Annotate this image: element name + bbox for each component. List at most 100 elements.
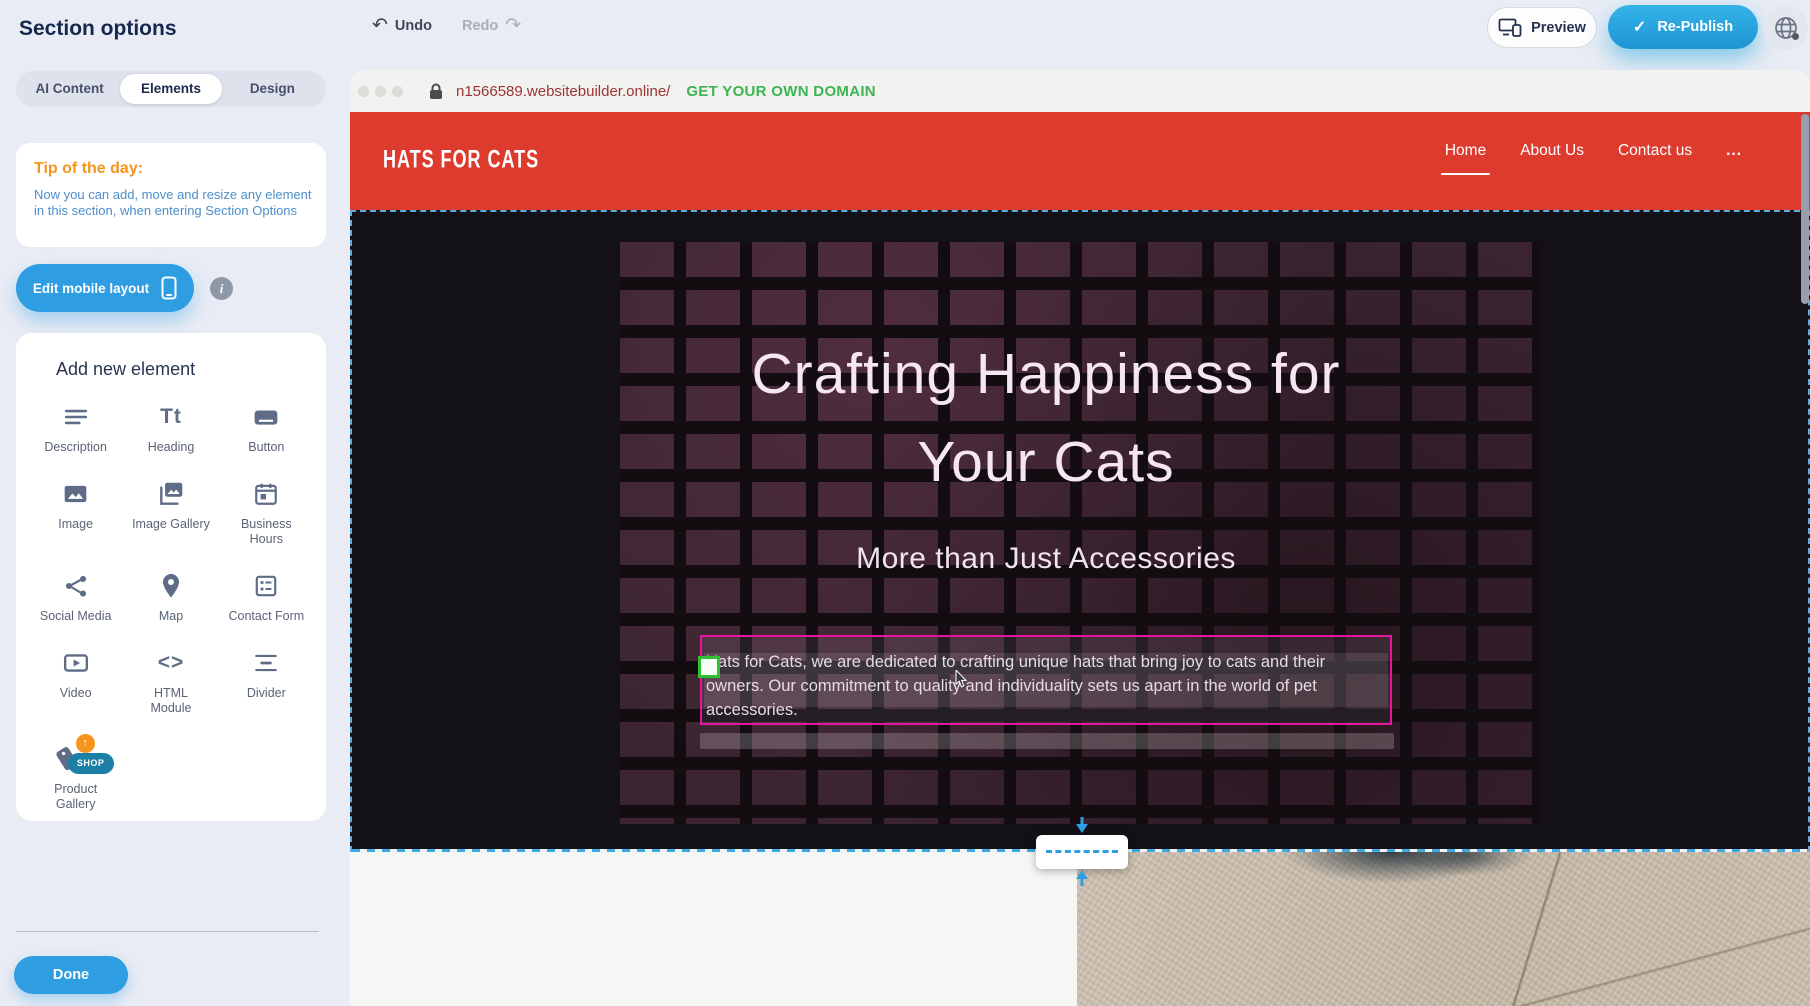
element-label: Business Hours xyxy=(227,517,305,547)
site-url[interactable]: n1566589.websitebuilder.online/ xyxy=(456,83,670,100)
sidebar-divider xyxy=(16,931,319,932)
redo-button[interactable]: Redo ↷ xyxy=(462,16,521,35)
selected-text-element[interactable]: Hats for Cats, we are dedicated to craft… xyxy=(700,635,1392,725)
element-label: Description xyxy=(44,440,107,455)
element-label: Social Media xyxy=(40,609,112,624)
browser-bar: n1566589.websitebuilder.online/ GET YOUR… xyxy=(350,70,1810,112)
tab-design[interactable]: Design xyxy=(222,74,323,104)
contact-form-icon xyxy=(253,571,279,601)
check-icon: ✓ xyxy=(1633,17,1646,37)
add-element-heading[interactable]: Tt Heading xyxy=(123,402,218,455)
redo-label: Redo xyxy=(462,18,498,34)
element-label: Divider xyxy=(247,686,286,701)
page-scrollbar-thumb[interactable] xyxy=(1801,114,1809,304)
element-label: Button xyxy=(248,440,284,455)
site-preview-frame: n1566589.websitebuilder.online/ GET YOUR… xyxy=(350,70,1810,1006)
element-ghost-strip xyxy=(700,733,1394,749)
site-logo[interactable]: HATS FOR CATS xyxy=(383,147,539,176)
add-new-element-card: Add new element Description Tt Heading B… xyxy=(16,333,326,821)
info-icon[interactable]: i xyxy=(210,277,233,300)
add-element-divider[interactable]: Divider xyxy=(219,648,314,716)
social-media-icon xyxy=(63,571,89,601)
product-gallery-icon: ↑ SHOP xyxy=(54,740,98,774)
add-element-map[interactable]: Map xyxy=(123,571,218,624)
language-globe-button[interactable] xyxy=(1763,5,1808,50)
nav-more-ellipsis[interactable]: ... xyxy=(1726,142,1742,160)
element-label: Image Gallery xyxy=(132,517,210,532)
undo-icon: ↶ xyxy=(372,16,388,35)
lock-icon xyxy=(429,83,443,100)
element-label: Product Gallery xyxy=(37,782,115,812)
redo-icon: ↷ xyxy=(505,16,521,35)
description-icon xyxy=(63,402,89,432)
add-element-image[interactable]: Image xyxy=(28,479,123,547)
video-icon xyxy=(62,648,90,678)
mouse-cursor xyxy=(955,670,968,688)
preview-button[interactable]: Preview xyxy=(1487,7,1597,48)
element-label: Map xyxy=(159,609,183,624)
arrow-down-icon xyxy=(1073,817,1091,834)
tip-body: Now you can add, move and resize any ele… xyxy=(34,187,316,219)
tab-ai-content[interactable]: AI Content xyxy=(19,74,120,104)
add-element-button[interactable]: Button xyxy=(219,402,314,455)
hero-paragraph[interactable]: Hats for Cats, we are dedicated to craft… xyxy=(702,650,1390,722)
business-hours-icon xyxy=(253,479,279,509)
handle-dash-line xyxy=(1046,850,1118,853)
image-gallery-icon xyxy=(157,479,185,509)
hero-heading[interactable]: Crafting Happiness for Your Cats xyxy=(700,330,1392,506)
add-element-video[interactable]: Video xyxy=(28,648,123,716)
floor-photo-section[interactable] xyxy=(1077,852,1810,1006)
section-options-panel: Section options AI Content Elements Desi… xyxy=(0,0,332,1006)
heading-icon: Tt xyxy=(160,402,182,432)
done-button[interactable]: Done xyxy=(14,956,128,994)
image-icon xyxy=(62,479,89,509)
element-label: Image xyxy=(58,517,93,532)
arrow-up-icon xyxy=(1073,869,1091,886)
element-drag-handle[interactable] xyxy=(698,656,720,678)
window-dot xyxy=(392,86,403,97)
add-element-business-hours[interactable]: Business Hours xyxy=(219,479,314,547)
republish-button[interactable]: ✓ Re-Publish xyxy=(1608,5,1758,49)
window-dots xyxy=(358,86,403,97)
panel-tabs: AI Content Elements Design xyxy=(16,71,326,107)
add-element-title: Add new element xyxy=(56,359,314,380)
site-nav: Home About Us Contact us ... xyxy=(1445,142,1742,160)
shop-badge: SHOP xyxy=(68,753,114,774)
add-element-product-gallery[interactable]: ↑ SHOP Product Gallery xyxy=(28,740,123,812)
window-dot xyxy=(375,86,386,97)
hero-section-selected[interactable]: Crafting Happiness for Your Cats More th… xyxy=(350,210,1810,852)
tab-elements[interactable]: Elements xyxy=(120,74,221,104)
section-resize-handle[interactable] xyxy=(1036,835,1128,869)
tip-of-the-day-card: Tip of the day: Now you can add, move an… xyxy=(16,143,326,247)
tip-title: Tip of the day: xyxy=(34,160,308,178)
nav-about-us[interactable]: About Us xyxy=(1520,142,1584,160)
site-header: HATS FOR CATS Home About Us Contact us .… xyxy=(350,112,1810,210)
republish-label: Re-Publish xyxy=(1657,19,1733,35)
map-pin-icon xyxy=(159,571,183,601)
add-element-image-gallery[interactable]: Image Gallery xyxy=(123,479,218,547)
devices-icon xyxy=(1498,18,1522,37)
upgrade-arrow-badge: ↑ xyxy=(76,734,95,753)
get-domain-link[interactable]: GET YOUR OWN DOMAIN xyxy=(686,83,876,100)
nav-contact-us[interactable]: Contact us xyxy=(1618,142,1692,160)
divider-icon xyxy=(253,648,279,678)
undo-button[interactable]: ↶ Undo xyxy=(372,16,432,35)
page-title: Section options xyxy=(19,17,177,41)
add-element-contact-form[interactable]: Contact Form xyxy=(219,571,314,624)
html-module-icon: <> xyxy=(158,648,185,678)
add-element-social-media[interactable]: Social Media xyxy=(28,571,123,624)
mobile-phone-icon xyxy=(161,276,177,300)
add-element-html-module[interactable]: <> HTML Module xyxy=(123,648,218,716)
hero-subheading[interactable]: More than Just Accessories xyxy=(700,542,1392,576)
window-dot xyxy=(358,86,369,97)
undo-label: Undo xyxy=(395,18,432,34)
element-label: Heading xyxy=(148,440,195,455)
edit-mobile-layout-label: Edit mobile layout xyxy=(33,281,149,296)
globe-status-dot xyxy=(1792,33,1799,40)
edit-mobile-layout-button[interactable]: Edit mobile layout xyxy=(16,264,194,312)
add-element-description[interactable]: Description xyxy=(28,402,123,455)
element-label: HTML Module xyxy=(132,686,210,716)
nav-home[interactable]: Home xyxy=(1445,142,1486,160)
element-label: Video xyxy=(60,686,92,701)
element-grid: Description Tt Heading Button xyxy=(28,402,314,812)
